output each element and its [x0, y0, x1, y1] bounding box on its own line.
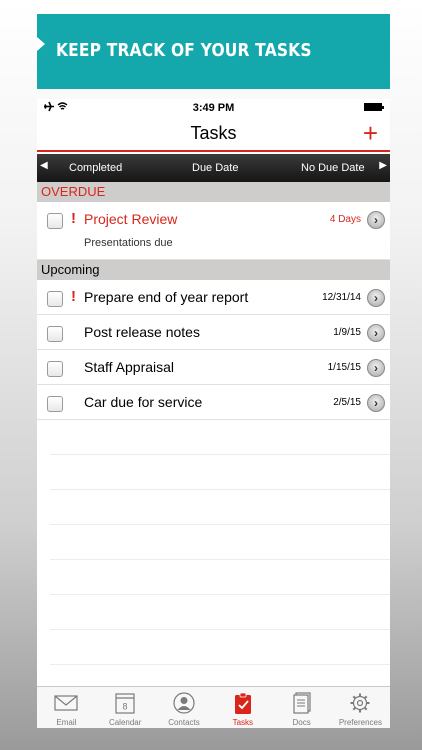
- disclosure-icon[interactable]: ›: [367, 289, 385, 307]
- scroll-left-icon[interactable]: ◀: [40, 160, 48, 171]
- empty-row-divider: [50, 664, 390, 665]
- empty-row-divider: [50, 489, 390, 490]
- page-title: Tasks: [190, 123, 237, 143]
- status-bar: 3:49 PM: [37, 99, 390, 117]
- filter-due-date[interactable]: Due Date: [192, 162, 238, 174]
- task-title: Project Review: [84, 211, 178, 227]
- filter-completed[interactable]: Completed: [69, 162, 122, 174]
- nav-bar: Tasks +: [37, 117, 390, 152]
- disclosure-icon[interactable]: ›: [367, 394, 385, 412]
- filter-bar: ◀ Completed Due Date No Due Date ▶: [37, 154, 390, 182]
- empty-row-divider: [50, 559, 390, 560]
- tab-contacts[interactable]: Contacts: [155, 687, 214, 728]
- task-due: 1/9/15: [333, 327, 361, 338]
- task-due: 2/5/15: [333, 397, 361, 408]
- banner-text: KEEP TRACK OF YOUR TASKS: [56, 40, 312, 61]
- task-row[interactable]: Post release notes 1/9/15 ›: [37, 315, 390, 350]
- tab-label: Tasks: [232, 718, 254, 727]
- task-checkbox[interactable]: [47, 213, 63, 229]
- tab-label: Email: [56, 718, 77, 727]
- tab-calendar[interactable]: 8 Calendar: [96, 687, 155, 728]
- battery-icon: [364, 103, 384, 111]
- task-row[interactable]: Staff Appraisal 1/15/15 ›: [37, 350, 390, 385]
- tab-label: Calendar: [108, 718, 142, 727]
- tab-label: Docs: [292, 718, 311, 727]
- clipboard-check-icon: [234, 692, 251, 714]
- task-row[interactable]: ! Project Review Presentations due 4 Day…: [37, 202, 390, 260]
- task-row[interactable]: Car due for service 2/5/15 ›: [37, 385, 390, 420]
- task-checkbox[interactable]: [47, 291, 63, 307]
- tab-tasks[interactable]: Tasks: [213, 687, 272, 728]
- tab-email[interactable]: Email: [37, 687, 96, 728]
- filter-no-due-date[interactable]: No Due Date: [301, 162, 365, 174]
- task-row[interactable]: ! Prepare end of year report 12/31/14 ›: [37, 280, 390, 315]
- empty-row-divider: [50, 629, 390, 630]
- empty-row-divider: [50, 454, 390, 455]
- task-title: Prepare end of year report: [84, 289, 249, 305]
- status-time: 3:49 PM: [192, 102, 235, 114]
- calendar-icon: 8: [115, 693, 135, 714]
- task-due: 12/31/14: [322, 292, 361, 303]
- tab-label: Contacts: [168, 718, 200, 727]
- task-due: 1/15/15: [327, 362, 361, 373]
- task-subtitle: Presentations due: [84, 237, 173, 249]
- promo-banner: KEEP TRACK OF YOUR TASKS: [37, 14, 390, 89]
- disclosure-icon[interactable]: ›: [367, 359, 385, 377]
- priority-icon: !: [71, 288, 76, 305]
- empty-row-divider: [50, 524, 390, 525]
- task-title: Staff Appraisal: [84, 359, 175, 375]
- add-task-button[interactable]: +: [363, 119, 378, 147]
- banner-notch: [37, 37, 45, 51]
- task-title: Post release notes: [84, 324, 200, 340]
- disclosure-icon[interactable]: ›: [367, 211, 385, 229]
- person-icon: [173, 692, 195, 714]
- task-checkbox[interactable]: [47, 396, 63, 412]
- task-due: 4 Days: [329, 214, 361, 225]
- calendar-day: 8: [123, 702, 128, 712]
- task-title: Car due for service: [84, 394, 203, 410]
- scroll-right-icon[interactable]: ▶: [379, 160, 387, 171]
- gear-icon: [350, 693, 370, 713]
- section-header-overdue: OVERDUE: [37, 182, 390, 202]
- priority-icon: !: [71, 210, 76, 227]
- section-header-upcoming: Upcoming: [37, 260, 390, 280]
- document-icon: [292, 692, 311, 714]
- tab-preferences[interactable]: Preferences: [331, 687, 390, 728]
- task-checkbox[interactable]: [47, 326, 63, 342]
- tab-label: Preferences: [338, 718, 382, 727]
- phone-screen: 3:49 PM Tasks + ◀ Completed Due Date No …: [37, 99, 390, 728]
- tab-docs[interactable]: Docs: [272, 687, 331, 728]
- task-checkbox[interactable]: [47, 361, 63, 377]
- disclosure-icon[interactable]: ›: [367, 324, 385, 342]
- empty-row-divider: [50, 594, 390, 595]
- tab-bar: Email 8 Calendar Contacts Tasks Docs Pre…: [37, 686, 390, 728]
- envelope-icon: [54, 695, 78, 711]
